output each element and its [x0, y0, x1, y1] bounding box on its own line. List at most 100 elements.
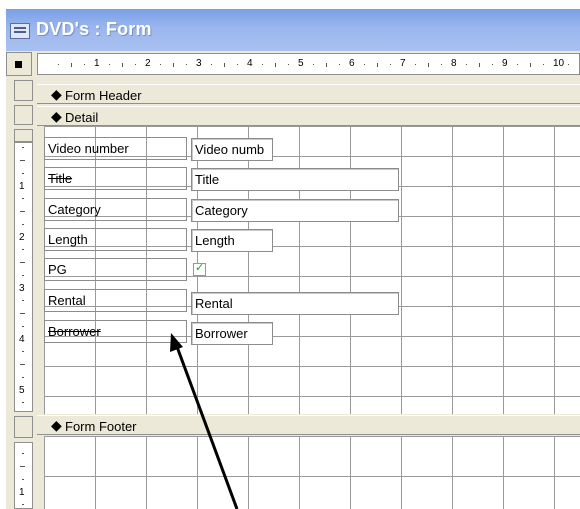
ruler-dot — [22, 326, 24, 327]
section-arrow-icon: ◆ — [51, 108, 62, 124]
header-section-selector[interactable] — [14, 80, 33, 101]
ruler-dot — [22, 198, 24, 199]
header-body-selector[interactable] — [14, 105, 33, 125]
ruler-dot — [22, 453, 24, 454]
form-window-icon — [10, 23, 30, 39]
ruler-number: 3 — [19, 283, 25, 294]
label-category[interactable]: Category — [44, 198, 187, 221]
ruler-dot — [58, 64, 59, 65]
ruler-dot — [466, 64, 467, 65]
textbox-video-number[interactable]: Video numb — [191, 138, 273, 161]
detail-label: Detail — [65, 110, 99, 125]
ruler-half-tick — [326, 63, 327, 67]
textbox-category[interactable]: Category — [191, 199, 399, 222]
section-arrow-icon: ◆ — [51, 86, 62, 102]
ruler-half-tick — [71, 63, 72, 67]
form-header-bar[interactable]: ◆ Form Header — [37, 84, 580, 104]
label-borrower[interactable]: Borrower — [44, 320, 187, 343]
ruler-dot — [22, 275, 24, 276]
ruler-half-tick — [20, 364, 25, 365]
label-title[interactable]: Title — [44, 167, 187, 190]
vertical-ruler-detail[interactable]: 1 2 3 4 5 — [14, 142, 33, 412]
ruler-half-tick — [20, 262, 25, 263]
ruler-half-tick — [275, 63, 276, 67]
ruler-dot — [517, 64, 518, 65]
ruler-dot — [415, 64, 416, 65]
label-rental[interactable]: Rental — [44, 289, 187, 312]
textbox-borrower[interactable]: Borrower — [191, 322, 273, 345]
footer-grid[interactable] — [44, 436, 580, 509]
label-video-number[interactable]: Video number — [44, 137, 187, 160]
ruler-number: 1 — [19, 487, 25, 498]
ruler-half-tick — [122, 63, 123, 67]
ruler-number: 4 — [247, 58, 253, 69]
ruler-half-tick — [20, 466, 25, 467]
ruler-dot — [135, 64, 136, 65]
form-footer-bar[interactable]: ◆ Form Footer — [37, 415, 580, 435]
ruler-number: 2 — [145, 58, 151, 69]
ruler-dot — [22, 147, 24, 148]
ruler-dot — [364, 64, 365, 65]
ruler-number: 5 — [298, 58, 304, 69]
textbox-title[interactable]: Title — [191, 168, 399, 191]
form-design-window: DVD's : Form 1 2 3 4 5 6 7 8 9 10 1 2 3 4 5 1 ◆ Form … — [6, 9, 580, 509]
vertical-ruler-footer[interactable]: 1 — [14, 442, 33, 509]
ruler-number: 1 — [19, 181, 25, 192]
form-selector-square — [15, 61, 22, 68]
ruler-dot — [22, 351, 24, 352]
footer-section-selector[interactable] — [14, 416, 33, 438]
detail-bar[interactable]: ◆ Detail — [37, 106, 580, 126]
ruler-number: 5 — [19, 385, 25, 396]
ruler-half-tick — [377, 63, 378, 67]
label-length[interactable]: Length — [44, 228, 187, 251]
ruler-dot — [313, 64, 314, 65]
ruler-dot — [288, 64, 289, 65]
ruler-half-tick — [224, 63, 225, 67]
form-selector[interactable] — [6, 52, 32, 76]
ruler-dot — [568, 64, 569, 65]
ruler-dot — [22, 377, 24, 378]
ruler-number: 2 — [19, 232, 25, 243]
ruler-dot — [22, 249, 24, 250]
ruler-number: 1 — [94, 58, 100, 69]
ruler-number: 8 — [451, 58, 457, 69]
ruler-dot — [390, 64, 391, 65]
ruler-dot — [22, 173, 24, 174]
window-title: DVD's : Form — [36, 19, 152, 39]
ruler-half-tick — [20, 160, 25, 161]
ruler-dot — [22, 504, 24, 505]
form-footer-label: Form Footer — [65, 419, 137, 434]
ruler-half-tick — [428, 63, 429, 67]
label-pg[interactable]: PG — [44, 258, 187, 281]
ruler-dot — [237, 64, 238, 65]
ruler-dot — [492, 64, 493, 65]
form-header-label: Form Header — [65, 88, 142, 103]
ruler-dot — [186, 64, 187, 65]
ruler-dot — [211, 64, 212, 65]
ruler-dot — [109, 64, 110, 65]
ruler-number: 6 — [349, 58, 355, 69]
ruler-dot — [160, 64, 161, 65]
ruler-half-tick — [173, 63, 174, 67]
title-bar[interactable]: DVD's : Form — [6, 9, 580, 51]
section-arrow-icon: ◆ — [51, 417, 62, 433]
ruler-half-tick — [479, 63, 480, 67]
ruler-dot — [22, 300, 24, 301]
ruler-half-tick — [530, 63, 531, 67]
detail-section-selector[interactable] — [14, 129, 33, 142]
ruler-dot — [84, 64, 85, 65]
ruler-number: 3 — [196, 58, 202, 69]
ruler-dot — [543, 64, 544, 65]
ruler-number: 4 — [19, 334, 25, 345]
textbox-length[interactable]: Length — [191, 229, 273, 252]
ruler-dot — [22, 224, 24, 225]
ruler-dot — [339, 64, 340, 65]
ruler-half-tick — [20, 211, 25, 212]
ruler-dot — [441, 64, 442, 65]
ruler-number: 7 — [400, 58, 406, 69]
textbox-rental[interactable]: Rental — [191, 292, 399, 315]
horizontal-ruler[interactable]: 1 2 3 4 5 6 7 8 9 10 — [37, 53, 580, 75]
ruler-dot — [22, 402, 24, 403]
ruler-half-tick — [20, 313, 25, 314]
checkbox-pg[interactable] — [193, 261, 206, 276]
